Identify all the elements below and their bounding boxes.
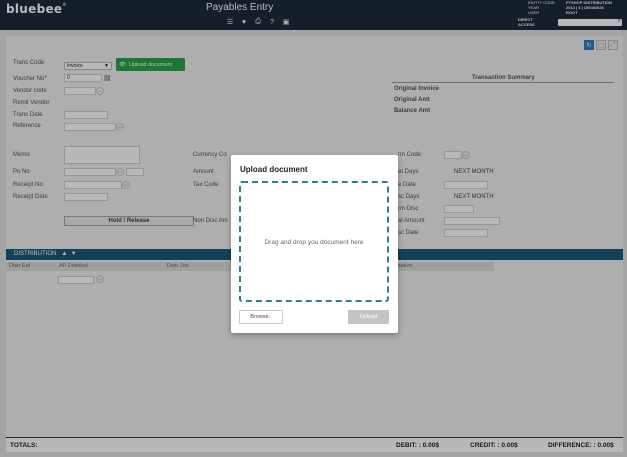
upload-button[interactable]: Upload <box>348 310 389 324</box>
dropzone-text: Drag and drop you document here <box>264 239 364 246</box>
browse-button[interactable]: Browse.. <box>239 310 283 324</box>
upload-document-modal: Upload document Drag and drop you docume… <box>231 155 398 333</box>
modal-title: Upload document <box>240 165 308 174</box>
dropzone[interactable]: Drag and drop you document here <box>239 181 389 302</box>
